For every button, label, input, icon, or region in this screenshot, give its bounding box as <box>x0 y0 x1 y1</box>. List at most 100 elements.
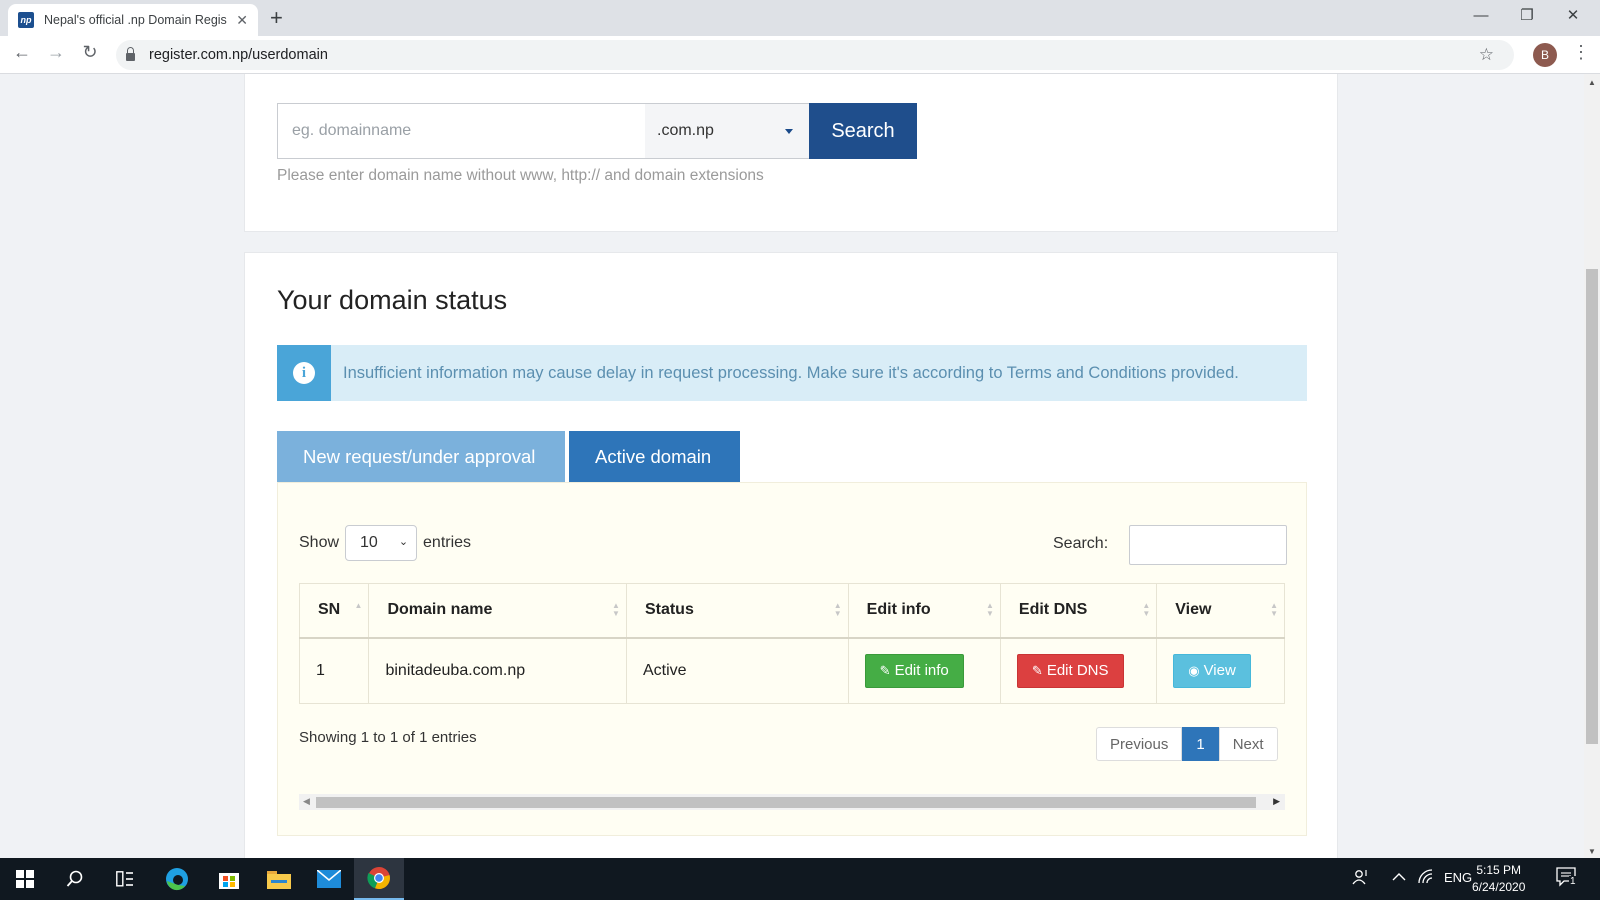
clock-date: 6/24/2020 <box>1472 880 1526 894</box>
previous-page-button[interactable]: Previous <box>1096 727 1183 761</box>
caret-down-icon <box>785 129 793 134</box>
domain-search-form: .com.np Search <box>277 103 917 159</box>
notification-icon[interactable]: 1 <box>1556 867 1578 890</box>
extension-select[interactable]: .com.np <box>645 103 809 159</box>
domain-search-card: .com.np Search Please enter domain name … <box>244 74 1338 232</box>
search-icon[interactable] <box>50 858 100 900</box>
pagination: Previous 1 Next <box>1096 727 1278 761</box>
back-arrow-icon[interactable]: ← <box>9 42 35 63</box>
domain-status-card: Your domain status i Insufficient inform… <box>244 252 1338 858</box>
column-header-sn[interactable]: SN ▲ <box>298 583 370 639</box>
domain-search-button[interactable]: Search <box>809 103 917 159</box>
scroll-down-icon[interactable]: ▼ <box>1588 847 1596 856</box>
sort-icon: ▲ ▼ <box>833 601 842 618</box>
info-icon: i <box>293 362 315 384</box>
forward-arrow-icon[interactable]: → <box>43 42 69 63</box>
scroll-left-icon[interactable]: ◀ <box>303 796 310 807</box>
entries-select[interactable]: 10 ⌄ <box>345 525 418 561</box>
sort-asc-icon: ▲ <box>354 601 363 610</box>
domain-table: SN ▲ Domain name ▲ ▼ Status ▲ ▼ Edit info ▲ ▼ E… <box>298 583 1285 704</box>
site-favicon-icon: np <box>18 12 34 28</box>
entries-length-control: Show 10 ⌄ entries <box>299 525 471 561</box>
chrome-icon[interactable] <box>354 858 404 900</box>
microsoft-store-icon[interactable] <box>204 858 254 900</box>
browser-tab[interactable]: np Nepal's official .np Domain Regis ✕ <box>8 4 258 36</box>
vertical-scroll-thumb[interactable] <box>1586 269 1598 744</box>
column-header-status[interactable]: Status ▲ ▼ <box>625 583 849 639</box>
browser-tab-bar: np Nepal's official .np Domain Regis ✕ +… <box>0 0 1600 36</box>
windows-start-icon[interactable] <box>0 858 50 900</box>
column-header-edit-dns[interactable]: Edit DNS ▲ ▼ <box>999 583 1158 639</box>
new-tab-button[interactable]: + <box>270 5 283 31</box>
column-header-domain[interactable]: Domain name ▲ ▼ <box>368 583 627 639</box>
active-domain-panel: Show 10 ⌄ entries Search: SN ▲ Domain nam… <box>277 482 1307 836</box>
extension-value: .com.np <box>657 122 714 139</box>
edit-dns-button[interactable]: ✎ Edit DNS <box>1016 653 1124 688</box>
sort-icon: ▲ ▼ <box>612 601 620 618</box>
search-hint: Please enter domain name without www, ht… <box>277 167 764 184</box>
table-header-row: SN ▲ Domain name ▲ ▼ Status ▲ ▼ Edit info ▲ ▼ E… <box>298 583 1285 639</box>
taskbar-clock[interactable]: 5:15 PM 6/24/2020 <box>1472 862 1525 896</box>
view-button[interactable]: ◉ View <box>1173 653 1251 688</box>
scroll-up-icon[interactable]: ▲ <box>1588 78 1596 87</box>
sort-icon: ▲ ▼ <box>1270 601 1278 618</box>
cell-status: Active <box>625 637 849 704</box>
cell-edit-dns: ✎ Edit DNS <box>999 637 1158 704</box>
profile-avatar[interactable]: B <box>1533 43 1557 67</box>
status-tabs: New request/under approval Active domain <box>277 431 744 483</box>
entries-value: 10 <box>360 534 378 551</box>
chevron-up-icon[interactable] <box>1392 870 1406 885</box>
cell-sn: 1 <box>298 637 370 704</box>
edit-info-label: Edit info <box>894 662 949 680</box>
minimize-button[interactable]: — <box>1458 2 1504 30</box>
edge-browser-icon[interactable] <box>152 858 202 900</box>
eye-icon: ◉ <box>1188 662 1200 678</box>
page-viewport: .com.np Search Please enter domain name … <box>0 74 1584 858</box>
entries-label: entries <box>423 534 472 551</box>
bookmark-star-icon[interactable]: ☆ <box>1479 45 1494 65</box>
alert-icon-box: i <box>277 345 331 401</box>
sort-icon: ▲ ▼ <box>1142 601 1151 618</box>
cell-domain: binitadeuba.com.np <box>368 637 627 704</box>
scroll-right-icon[interactable]: ▶ <box>1273 796 1280 807</box>
language-indicator[interactable]: ENG <box>1444 870 1472 885</box>
horizontal-scroll-thumb[interactable] <box>316 797 1256 808</box>
task-view-icon[interactable] <box>100 858 150 900</box>
tab-active-domain[interactable]: Active domain <box>569 431 740 483</box>
lock-icon <box>126 47 135 61</box>
clock-time: 5:15 PM <box>1476 863 1522 877</box>
sort-icon: ▲ ▼ <box>985 601 994 618</box>
tab-close-icon[interactable]: ✕ <box>236 12 248 29</box>
edit-icon: ✎ <box>1031 662 1043 678</box>
restore-button[interactable]: ❐ <box>1504 2 1550 30</box>
tab-title: Nepal's official .np Domain Regis <box>44 13 227 27</box>
next-page-button[interactable]: Next <box>1218 727 1278 761</box>
address-bar[interactable]: register.com.np/userdomain ☆ <box>116 40 1514 70</box>
window-close-button[interactable]: ✕ <box>1550 2 1596 30</box>
notification-count: 1 <box>1569 876 1577 887</box>
reload-icon[interactable]: ↻ <box>77 42 103 63</box>
column-header-view[interactable]: View ▲ ▼ <box>1156 583 1285 639</box>
table-search-input[interactable] <box>1129 525 1287 565</box>
vertical-scrollbar[interactable]: ▲ ▼ <box>1584 74 1600 858</box>
browser-menu-icon[interactable]: ⋮ <box>1572 42 1590 63</box>
page-1-button[interactable]: 1 <box>1182 727 1219 761</box>
mail-icon[interactable] <box>304 858 354 900</box>
people-icon[interactable] <box>1352 868 1370 889</box>
cell-view: ◉ View <box>1156 637 1285 704</box>
show-label: Show <box>299 534 340 551</box>
view-label: View <box>1203 662 1236 680</box>
edit-info-button[interactable]: ✎ Edit info <box>864 653 964 688</box>
tab-new-request[interactable]: New request/under approval <box>277 431 565 483</box>
domain-name-input[interactable] <box>277 103 645 159</box>
table-info: Showing 1 to 1 of 1 entries <box>299 729 477 746</box>
chevron-down-icon: ⌄ <box>398 536 409 548</box>
url-text: register.com.np/userdomain <box>149 47 328 63</box>
edit-dns-label: Edit DNS <box>1046 662 1109 680</box>
cell-edit-info: ✎ Edit info <box>847 637 1001 704</box>
column-header-edit-info[interactable]: Edit info ▲ ▼ <box>847 583 1001 639</box>
file-explorer-icon[interactable] <box>254 858 304 900</box>
horizontal-scrollbar[interactable]: ◀ ▶ <box>299 794 1285 810</box>
info-alert: i Insufficient information may cause del… <box>277 345 1307 401</box>
wifi-icon[interactable] <box>1418 869 1436 888</box>
